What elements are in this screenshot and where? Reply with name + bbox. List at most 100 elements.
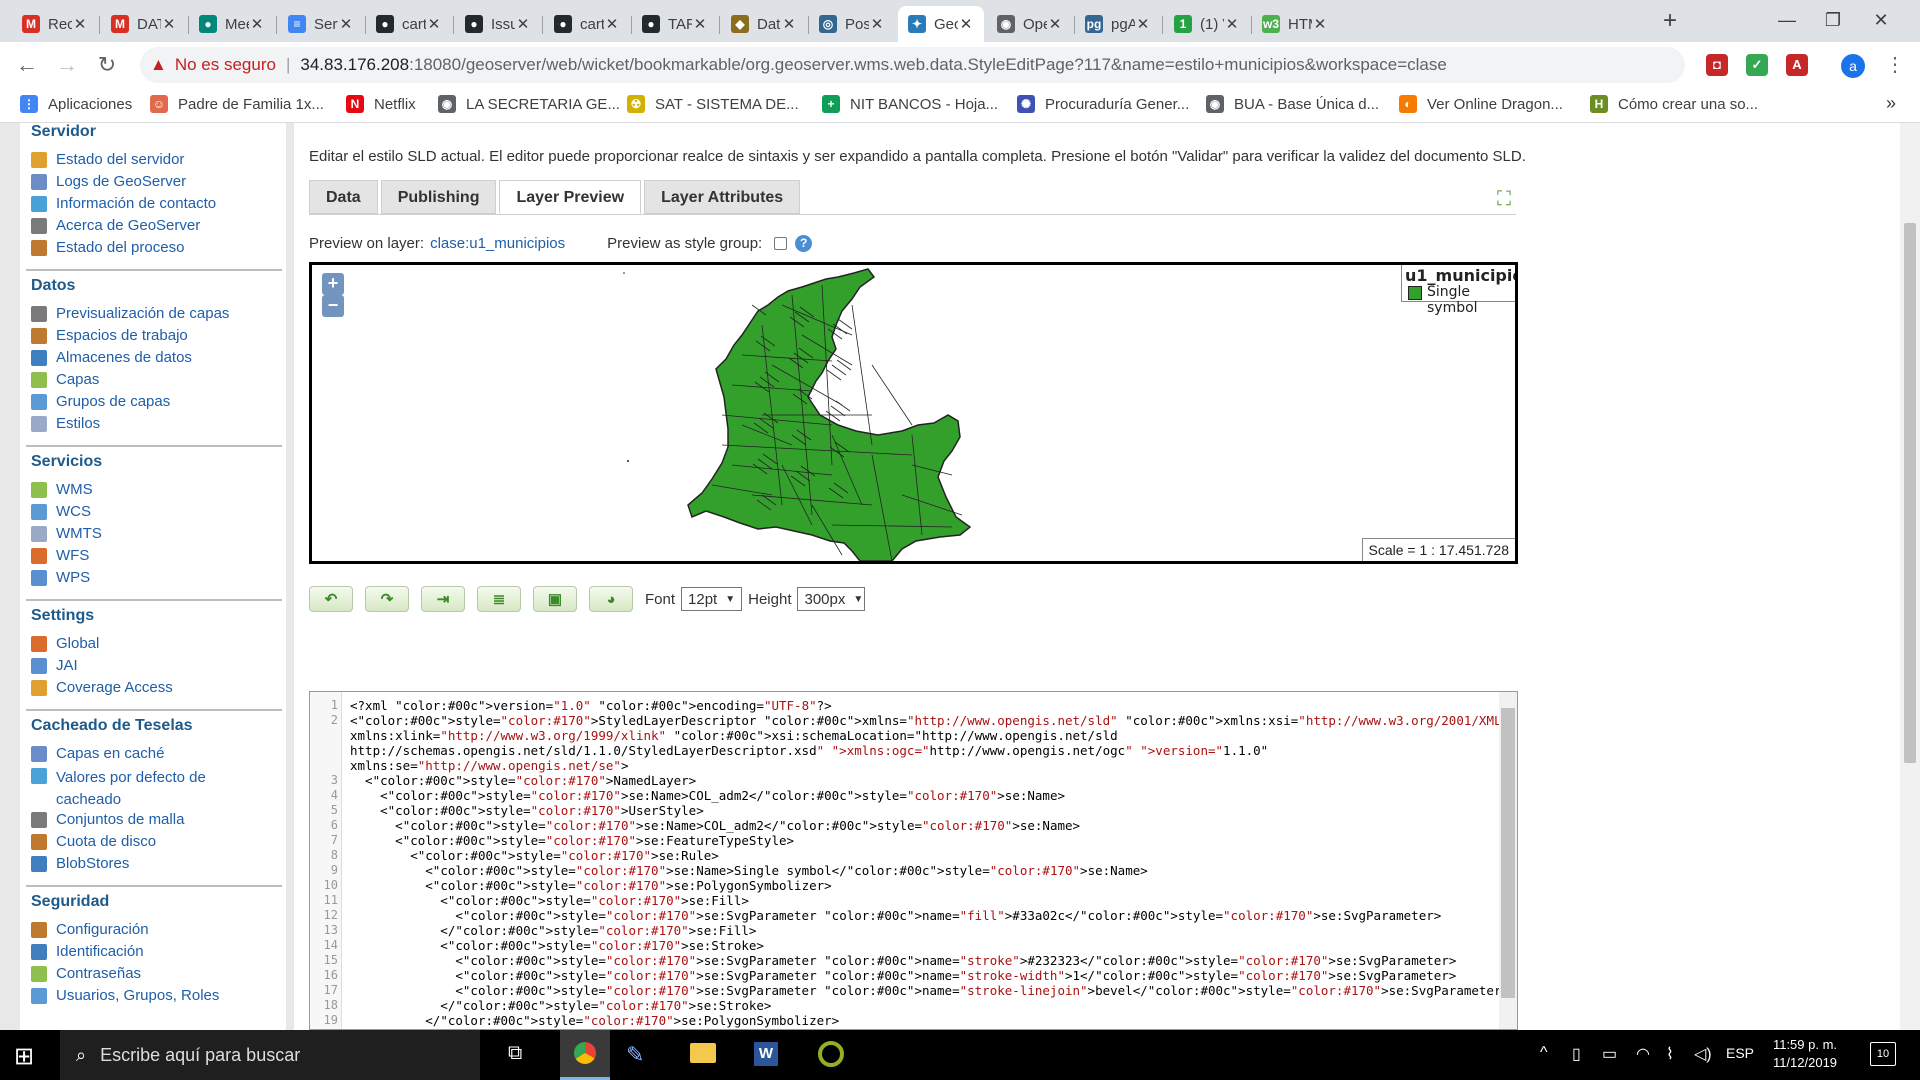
browser-tab[interactable]: ≡ Serv✕: [278, 6, 364, 42]
browser-tab[interactable]: 1 (1) V✕: [1164, 6, 1250, 42]
sidebar-item[interactable]: Capas: [31, 371, 99, 388]
browser-tab[interactable]: ✦ Geo✕: [898, 6, 984, 42]
sidebar-item[interactable]: Acerca de GeoServer: [31, 217, 200, 234]
help-icon[interactable]: ?: [795, 235, 813, 252]
sidebar-item[interactable]: Estilos: [31, 415, 100, 432]
sidebar-item[interactable]: Coverage Access: [31, 679, 173, 696]
clock[interactable]: 11:59 p. m. 11/12/2019: [1770, 1036, 1840, 1072]
extension-pdf-icon[interactable]: A: [1786, 54, 1808, 76]
close-tab-icon[interactable]: ✕: [781, 15, 797, 33]
editor-height-select[interactable]: 300px ▼: [797, 587, 866, 611]
undo-button[interactable]: ↶: [309, 586, 353, 612]
browser-tab[interactable]: M DAT✕: [101, 6, 187, 42]
extension-shield-icon[interactable]: ✓: [1746, 54, 1768, 76]
action-center-icon[interactable]: 10: [1870, 1042, 1896, 1066]
close-tab-icon[interactable]: ✕: [692, 15, 708, 33]
sidebar-item[interactable]: Grupos de capas: [31, 393, 170, 410]
close-tab-icon[interactable]: ✕: [1135, 15, 1151, 33]
browser-tab[interactable]: ● Issu ✕: [455, 6, 541, 42]
tab-publishing[interactable]: Publishing: [380, 180, 497, 214]
sld-code-editor[interactable]: 1 2 3 4 5 6 7 8 9 10 11 12 13 14 15 16 17 18 19 <?xml "col…: [309, 691, 1518, 1030]
new-tab-button[interactable]: +: [1656, 8, 1684, 36]
more-bookmarks-icon[interactable]: »: [1886, 93, 1896, 114]
word-icon[interactable]: W: [754, 1042, 778, 1066]
close-window-button[interactable]: ✕: [1858, 4, 1904, 36]
bookmark-item[interactable]: ☺ Padre de Familia 1x...: [150, 95, 324, 113]
font-size-select[interactable]: 12pt ▼: [681, 587, 743, 611]
tab-data[interactable]: Data: [309, 180, 378, 214]
sidebar-item[interactable]: Global: [31, 635, 99, 652]
back-button[interactable]: ←: [12, 50, 42, 80]
show-hidden-icons[interactable]: ^: [1540, 1044, 1548, 1062]
bookmark-item[interactable]: ◉ BUA - Base Única d...: [1206, 95, 1379, 113]
maximize-button[interactable]: ❐: [1810, 4, 1856, 36]
bookmark-item[interactable]: H Cómo crear una so...: [1590, 95, 1758, 113]
tab-layer-preview[interactable]: Layer Preview: [499, 180, 642, 214]
address-bar[interactable]: ▲ No es seguro | 34.83.176.208:18080/geo…: [140, 47, 1808, 83]
close-tab-icon[interactable]: ✕: [958, 15, 974, 33]
redo-button[interactable]: ↷: [365, 586, 409, 612]
goto-line-button[interactable]: ⇥: [421, 586, 465, 612]
close-tab-icon[interactable]: ✕: [249, 15, 265, 33]
map-canvas[interactable]: [312, 265, 1515, 561]
sidebar-item[interactable]: JAI: [31, 657, 78, 674]
sidebar-item[interactable]: Logs de GeoServer: [31, 173, 186, 190]
sidebar-item[interactable]: Valores por defecto de cacheado: [31, 767, 271, 811]
language-indicator[interactable]: ESP: [1726, 1045, 1754, 1061]
sidebar-item[interactable]: Estado del proceso: [31, 239, 184, 256]
fullscreen-icon[interactable]: ⛶: [1497, 188, 1511, 211]
sidebar-item[interactable]: WPS: [31, 569, 90, 586]
profile-avatar[interactable]: a: [1841, 54, 1865, 78]
reformat-button[interactable]: ≣: [477, 586, 521, 612]
sidebar-item[interactable]: WMTS: [31, 525, 102, 542]
close-tab-icon[interactable]: ✕: [72, 15, 88, 33]
bookmark-item[interactable]: ☢ SAT - SISTEMA DE...: [627, 95, 799, 113]
close-tab-icon[interactable]: ✕: [604, 15, 620, 33]
sidebar-item[interactable]: Información de contacto: [31, 195, 216, 212]
sidebar-item[interactable]: Configuración: [31, 921, 149, 938]
browser-tab[interactable]: ◉ Ope✕: [987, 6, 1073, 42]
forward-button[interactable]: →: [52, 50, 82, 80]
browser-tab[interactable]: ● carto✕: [544, 6, 630, 42]
bookmark-item[interactable]: N Netflix: [346, 95, 416, 113]
sidebar-item[interactable]: WMS: [31, 481, 93, 498]
insert-image-button[interactable]: ▣: [533, 586, 577, 612]
file-explorer-icon[interactable]: [690, 1043, 716, 1063]
color-picker-button[interactable]: ◕: [589, 586, 633, 612]
sidebar-item[interactable]: WCS: [31, 503, 91, 520]
sidebar-item[interactable]: Identificación: [31, 943, 144, 960]
close-tab-icon[interactable]: ✕: [869, 15, 885, 33]
task-view-icon[interactable]: ⧉: [508, 1042, 522, 1065]
bookmark-item[interactable]: ✺ Procuraduría Gener...: [1017, 95, 1189, 113]
close-tab-icon[interactable]: ✕: [338, 15, 354, 33]
preview-layer-link[interactable]: clase:u1_municipios: [430, 235, 565, 252]
sidebar-item[interactable]: Contraseñas: [31, 965, 141, 982]
bookmark-item[interactable]: ◐ Ver Online Dragon...: [1399, 95, 1563, 113]
sidebar-item[interactable]: Espacios de trabajo: [31, 327, 188, 344]
editor-scrollbar[interactable]: [1499, 692, 1517, 1029]
sidebar-item[interactable]: WFS: [31, 547, 89, 564]
bookmark-item[interactable]: + NIT BANCOS - Hoja...: [822, 95, 998, 113]
close-tab-icon[interactable]: ✕: [426, 15, 442, 33]
browser-tab[interactable]: w3 HTM✕: [1252, 6, 1338, 42]
zoom-out-button[interactable]: −: [322, 295, 344, 317]
sidebar-item[interactable]: Almacenes de datos: [31, 349, 192, 366]
browser-tab[interactable]: ● Mee✕: [189, 6, 275, 42]
sidebar-item[interactable]: Conjuntos de malla: [31, 811, 184, 828]
browser-tab[interactable]: pg pgA ✕: [1075, 6, 1161, 42]
paint-icon[interactable]: ✎: [626, 1042, 644, 1068]
chrome-taskbar-button[interactable]: [560, 1030, 610, 1080]
browser-tab[interactable]: ● carto✕: [366, 6, 452, 42]
sidebar-item[interactable]: Previsualización de capas: [31, 305, 229, 322]
browser-tab[interactable]: M Reci✕: [12, 6, 98, 42]
browser-tab[interactable]: ● TARE✕: [632, 6, 718, 42]
extension-pocket-icon[interactable]: ◘: [1706, 54, 1728, 76]
page-scrollbar[interactable]: [1900, 123, 1920, 1030]
bookmark-item[interactable]: ⋮ Aplicaciones: [20, 95, 132, 113]
close-tab-icon[interactable]: ✕: [1312, 15, 1328, 33]
close-tab-icon[interactable]: ✕: [1224, 15, 1240, 33]
close-tab-icon[interactable]: ✕: [161, 15, 177, 33]
close-tab-icon[interactable]: ✕: [1047, 15, 1063, 33]
style-group-checkbox[interactable]: [774, 237, 788, 250]
close-tab-icon[interactable]: ✕: [515, 15, 531, 33]
